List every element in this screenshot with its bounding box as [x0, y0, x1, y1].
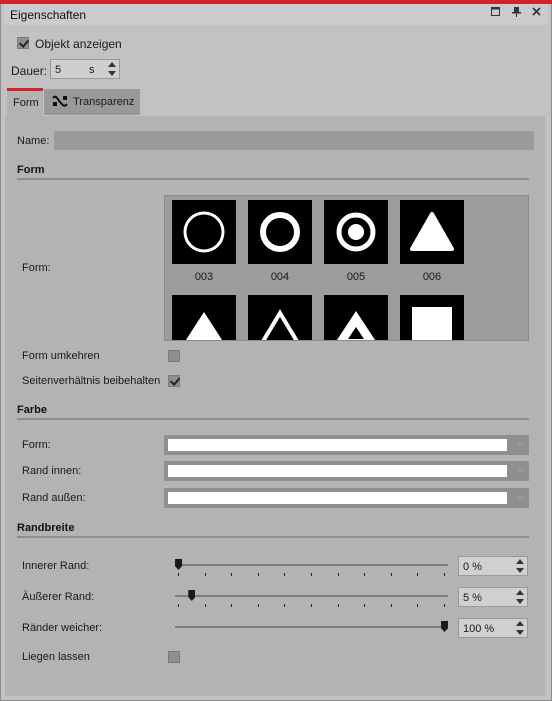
- keep-ratio-label: Seitenverhältnis beibehalten: [22, 375, 161, 387]
- chevron-down-icon[interactable]: [517, 469, 525, 473]
- duration-label: Dauer:: [11, 64, 48, 78]
- outer-border-slider[interactable]: [175, 595, 448, 597]
- tab-form-label: Form: [13, 97, 39, 109]
- tick-mark: [231, 573, 233, 576]
- ring-thin-icon[interactable]: [172, 200, 236, 264]
- outer-border-label: Äußerer Rand:: [22, 591, 95, 603]
- triangle-rounded-icon[interactable]: [400, 200, 464, 264]
- pin-icon[interactable]: [512, 7, 521, 20]
- inner-border-value-stepper[interactable]: 0 %: [458, 556, 528, 576]
- tick-mark: [178, 573, 179, 576]
- tick-mark: [284, 604, 286, 607]
- square-icon[interactable]: [400, 295, 464, 340]
- tick-mark: [284, 573, 286, 576]
- tick-mark: [364, 573, 366, 576]
- color-outer-border-label: Rand außen:: [22, 492, 86, 504]
- inner-border-ticks: [178, 573, 446, 576]
- tick-mark: [390, 573, 392, 576]
- form-section-heading: Form: [17, 164, 45, 176]
- tick-mark: [417, 604, 419, 607]
- invert-shape-label: Form umkehren: [22, 350, 100, 362]
- tick-mark: [390, 604, 392, 607]
- tick-mark: [204, 573, 206, 576]
- shape-label-006: 006: [422, 271, 442, 283]
- inner-border-spin-arrows[interactable]: [515, 558, 525, 574]
- lay-down-checkbox[interactable]: [168, 651, 180, 663]
- tick-mark: [204, 604, 206, 607]
- color-form-picker[interactable]: [164, 435, 529, 455]
- triangle-filled-icon[interactable]: [172, 295, 236, 340]
- tick-mark: [231, 604, 233, 607]
- keep-ratio-checkbox[interactable]: [168, 375, 180, 387]
- ring-thick-icon[interactable]: [248, 200, 312, 264]
- show-object-checkbox[interactable]: [17, 37, 29, 49]
- duration-value: 5: [55, 64, 62, 76]
- duration-stepper[interactable]: 5 s: [50, 59, 120, 79]
- inner-border-value: 0 %: [463, 561, 482, 573]
- outer-border-ticks: [178, 604, 446, 607]
- panel-title: Eigenschaften: [10, 8, 87, 22]
- show-object-label: Objekt anzeigen: [35, 37, 122, 51]
- tick-mark: [444, 604, 445, 607]
- duration-unit: s: [89, 64, 95, 76]
- color-outer-border-picker[interactable]: [164, 488, 529, 508]
- close-icon[interactable]: [532, 7, 541, 19]
- tab-form[interactable]: Form: [7, 91, 43, 116]
- color-inner-border-swatch: [168, 465, 507, 477]
- color-section-heading: Farbe: [17, 404, 47, 416]
- color-section-divider: [17, 418, 529, 420]
- tick-mark: [417, 573, 419, 576]
- soften-edges-value-stepper[interactable]: 100 %: [458, 618, 528, 638]
- chevron-down-icon[interactable]: [517, 496, 525, 500]
- name-label: Name:: [17, 135, 50, 147]
- minimize-icon[interactable]: [491, 7, 500, 19]
- color-outer-border-swatch: [168, 492, 507, 504]
- tab-transparenz-label: Transparenz: [73, 96, 135, 108]
- tick-mark: [311, 604, 312, 607]
- shape-gallery[interactable]: 003 004 005 006: [164, 195, 529, 341]
- invert-shape-checkbox[interactable]: [168, 350, 180, 362]
- form-section-divider: [17, 178, 529, 180]
- shape-label-004: 004: [270, 271, 290, 283]
- soften-edges-spin-arrows[interactable]: [515, 620, 525, 636]
- soften-edges-value: 100 %: [463, 623, 495, 635]
- inner-border-label: Innerer Rand:: [22, 560, 90, 572]
- triangle-outline-icon[interactable]: [248, 295, 312, 340]
- color-inner-border-picker[interactable]: [164, 461, 529, 481]
- triangle-inset-icon[interactable]: [324, 295, 388, 340]
- tick-mark: [337, 573, 339, 576]
- outer-border-value-stepper[interactable]: 5 %: [458, 587, 528, 607]
- outer-border-spin-arrows[interactable]: [515, 589, 525, 605]
- tick-mark: [257, 573, 259, 576]
- inner-border-slider[interactable]: [175, 564, 448, 566]
- tick-mark: [311, 573, 312, 576]
- border-width-section-heading: Randbreite: [17, 522, 75, 534]
- tick-mark: [444, 573, 445, 576]
- shape-label: Form:: [22, 262, 51, 274]
- tick-mark: [178, 604, 179, 607]
- target-icon[interactable]: [324, 200, 388, 264]
- soften-edges-slider[interactable]: [175, 626, 448, 628]
- tick-mark: [364, 604, 366, 607]
- outer-border-value: 5 %: [463, 592, 482, 604]
- shape-label-005: 005: [346, 271, 366, 283]
- tab-transparenz[interactable]: Transparenz: [44, 89, 140, 115]
- name-input[interactable]: [54, 131, 534, 150]
- duration-spin-arrows[interactable]: [107, 61, 117, 77]
- border-width-section-divider: [17, 536, 529, 538]
- tick-mark: [337, 604, 339, 607]
- shape-label-003: 003: [194, 271, 214, 283]
- color-form-swatch: [168, 439, 507, 451]
- transparency-icon: [52, 95, 68, 111]
- lay-down-label: Liegen lassen: [22, 651, 90, 663]
- soften-edges-label: Ränder weicher:: [22, 622, 103, 634]
- color-form-label: Form:: [22, 439, 51, 451]
- color-inner-border-label: Rand innen:: [22, 465, 82, 477]
- chevron-down-icon[interactable]: [517, 443, 525, 447]
- tick-mark: [257, 604, 259, 607]
